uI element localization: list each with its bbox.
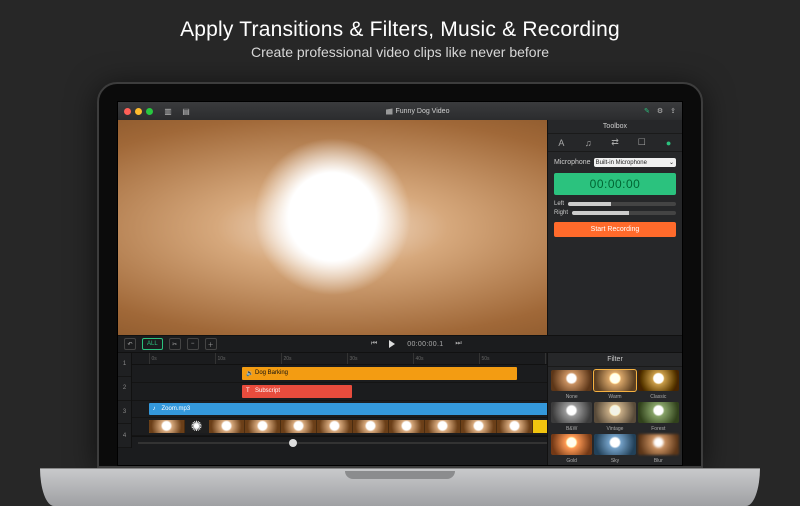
filter-blur[interactable]: Blur [638,434,679,464]
library-icon[interactable]: ▥ [163,106,173,116]
clapperboard-icon [386,108,393,115]
clip-thumbnail [425,420,461,433]
clip-thumbnail [317,420,353,433]
filter-title: Filter [548,353,682,367]
tab-record-icon[interactable]: ● [662,138,676,148]
filter-vintage[interactable]: Vintage [594,402,635,432]
project-title: Funny Dog Video [396,108,450,115]
tab-text-icon[interactable]: A [554,138,568,148]
toolbox-panel: Toolbox A ♫ ⇄ ☐ ● Microphone Built-in Mi… [547,120,682,335]
video-preview[interactable] [118,120,547,335]
clip-label: Dog Barking [255,370,288,376]
playhead-timecode: 00:00:00.1 [407,341,443,348]
tab-snapshot-icon[interactable]: ☐ [635,137,649,148]
filter-none[interactable]: None [551,370,592,400]
text-clip-subscript[interactable]: T Subscript [242,385,352,398]
ruler-tick: 50s [479,353,490,364]
start-recording-label: Start Recording [591,226,640,233]
tab-music-icon[interactable]: ♫ [581,138,595,148]
clip-label: Subscript [255,388,280,394]
clip-thumbnail [461,420,497,433]
speaker-icon: 🔉 [246,370,252,376]
zoom-out-button[interactable]: − [187,338,199,350]
minimize-icon[interactable] [135,108,142,115]
toolbox-title: Toolbox [548,120,682,134]
filter-classic[interactable]: Classic [638,370,679,400]
scrollbar-thumb[interactable] [289,439,297,447]
level-left-label: Left [554,201,564,207]
edit-icon[interactable]: ✎ [644,107,650,115]
ruler-tick: 0s [149,353,157,364]
tab-transitions-icon[interactable]: ⇄ [608,137,622,148]
ruler-tick: 30s [347,353,358,364]
marketing-subhead: Create professional video clips like nev… [0,44,800,60]
skip-forward-icon[interactable]: ⏭ [455,340,461,348]
filter-sky[interactable]: Sky [594,434,635,464]
level-right-label: Right [554,210,568,216]
clip-thumbnail [149,420,185,433]
filter-warm[interactable]: Warm [594,370,635,400]
audio-clip-dog-barking[interactable]: 🔉 Dog Barking [242,367,517,380]
filter-bw[interactable]: B&W [551,402,592,432]
export-icon[interactable]: ⇪ [670,107,676,115]
import-icon[interactable]: ▤ [181,106,191,116]
clip-thumbnail [281,420,317,433]
filter-all-chip[interactable]: ALL [142,338,163,350]
microphone-label: Microphone [554,159,591,166]
track-header-1[interactable]: 1 [118,353,131,377]
microphone-value: Built-in Microphone [596,160,647,166]
marketing-copy: Apply Transitions & Filters, Music & Rec… [0,0,800,60]
preview-frame [118,120,547,335]
chevron-down-icon: ⌄ [669,159,674,166]
text-icon: T [246,388,252,394]
marketing-headline: Apply Transitions & Filters, Music & Rec… [0,18,800,42]
track-header-2[interactable]: 2 [118,377,131,401]
transport-bar: ↶ ALL ✂ − ＋ ⏮ 00:00:00.1 ⏭ [118,335,682,353]
traffic-lights[interactable] [124,108,153,115]
transition-icon[interactable]: ✺ [185,420,209,433]
laptop-keyboard [40,468,760,506]
clip-thumbnail [389,420,425,433]
filter-panel: Filter None Warm Classic B&W Vintage For… [547,353,682,465]
recording-timecode: 00:00:00 [554,173,676,195]
filter-gold[interactable]: Gold [551,434,592,464]
start-recording-button[interactable]: Start Recording [554,222,676,237]
track-header-3[interactable]: 3 [118,401,131,425]
ruler-tick: 40s [413,353,424,364]
track-header-4[interactable]: 4 [118,424,131,448]
cut-button[interactable]: ✂ [169,338,181,350]
music-icon: ♪ [153,406,159,412]
laptop-frame: ▥ ▤ Funny Dog Video ✎ ⚙ ⇪ Toolbox A ♫ ⇄ [97,82,703,468]
play-button[interactable] [389,340,395,348]
ruler-tick: 10s [215,353,226,364]
level-left-meter [568,202,676,206]
filter-forest[interactable]: Forest [638,402,679,432]
skip-back-icon[interactable]: ⏮ [371,340,377,348]
microphone-select[interactable]: Built-in Microphone ⌄ [594,158,676,167]
clip-label: Zoom.mp3 [162,406,191,412]
maximize-icon[interactable] [146,108,153,115]
clip-thumbnail [209,420,245,433]
clip-thumbnail [353,420,389,433]
close-icon[interactable] [124,108,131,115]
settings-icon[interactable]: ⚙ [657,107,663,115]
clip-thumbnail [497,420,533,433]
undo-button[interactable]: ↶ [124,338,136,350]
window-titlebar: ▥ ▤ Funny Dog Video ✎ ⚙ ⇪ [118,102,682,120]
zoom-in-button[interactable]: ＋ [205,338,217,350]
ruler-tick: 20s [281,353,292,364]
level-right-meter [572,211,676,215]
clip-thumbnail [245,420,281,433]
